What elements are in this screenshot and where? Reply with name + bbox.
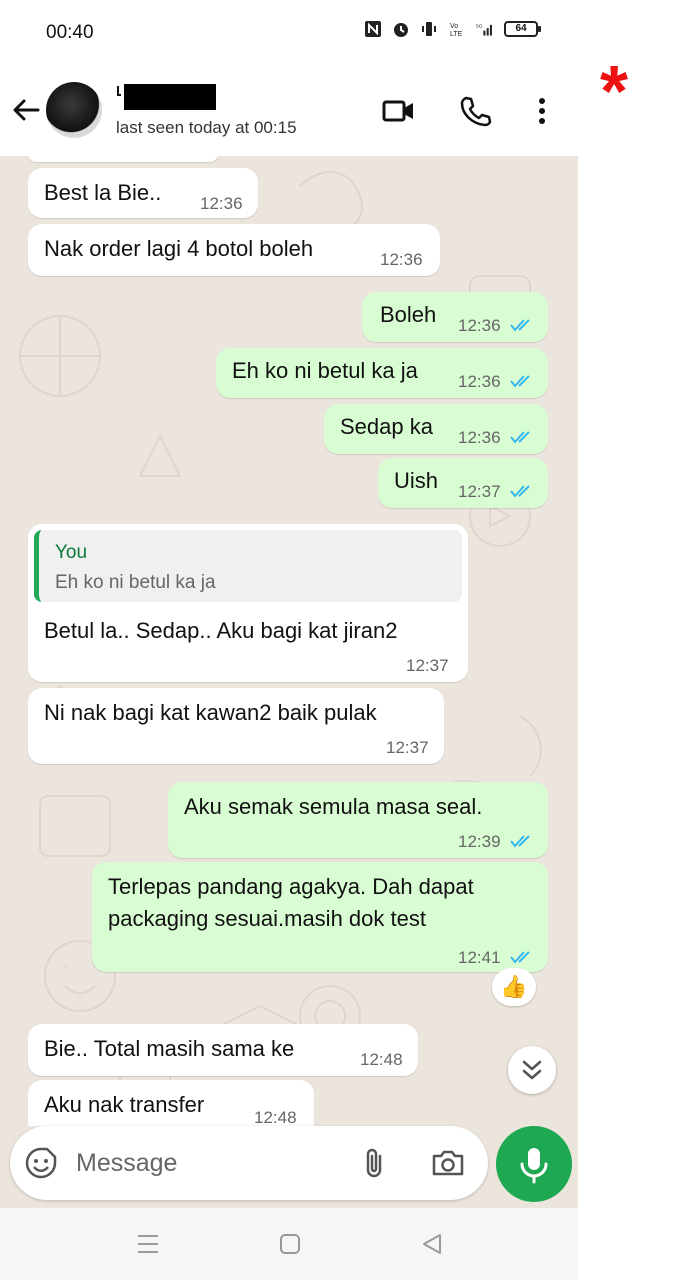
- svg-text:Vo: Vo: [450, 23, 458, 30]
- paperclip-icon[interactable]: [360, 1146, 390, 1180]
- contact-avatar[interactable]: [46, 82, 102, 138]
- system-navigation-bar: [0, 1208, 578, 1280]
- message-bubble-outgoing[interactable]: Terlepas pandang agakya. Dah dapat packa…: [92, 862, 548, 972]
- message-time: 12:37: [386, 738, 429, 757]
- reaction-thumbs-up-icon[interactable]: 👍: [492, 968, 536, 1006]
- message-bubble-outgoing[interactable]: Boleh 12:36: [362, 292, 548, 342]
- back-triangle-icon[interactable]: [418, 1230, 446, 1258]
- message-time: 12:36: [200, 194, 243, 213]
- microphone-icon: [520, 1148, 548, 1184]
- message-bubble-incoming[interactable]: Best la Bie.. 12:36: [28, 168, 258, 218]
- read-receipt-icon: [510, 375, 530, 388]
- contact-name-fragment: [117, 86, 121, 96]
- voice-record-button[interactable]: [496, 1126, 572, 1202]
- message-time: 12:36: [458, 428, 501, 447]
- nfc-icon: [365, 21, 381, 37]
- message-bubble-partial: [28, 156, 218, 162]
- menu-lines-icon[interactable]: [134, 1230, 162, 1258]
- message-text: Betul la.. Sedap.. Aku bagi kat jiran2: [44, 618, 398, 643]
- arrow-left-icon[interactable]: [10, 94, 42, 126]
- contact-name-redacted[interactable]: [124, 84, 216, 110]
- message-bubble-outgoing[interactable]: Sedap ka 12:36: [324, 404, 548, 454]
- message-bubble-incoming[interactable]: Ni nak bagi kat kawan2 baik pulak 12:37: [28, 688, 444, 764]
- camera-icon[interactable]: [430, 1146, 466, 1180]
- message-time: 12:48: [360, 1050, 403, 1069]
- message-time: 12:36: [458, 316, 501, 335]
- status-bar: 00:40 Vo LTE 5G 64: [0, 0, 578, 64]
- message-text-line-1: Terlepas pandang agakya. Dah dapat: [108, 874, 474, 899]
- signal-icon: 5G: [476, 23, 492, 36]
- read-receipt-icon: [510, 835, 530, 848]
- quoted-text: Eh ko ni betul ka ja: [55, 572, 216, 593]
- message-text: Uish: [394, 468, 439, 493]
- message-list[interactable]: Best la Bie.. 12:36 Nak order lagi 4 bot…: [0, 156, 578, 1126]
- more-vertical-icon[interactable]: [528, 94, 562, 128]
- message-text: Ni nak bagi kat kawan2 baik pulak: [44, 700, 377, 725]
- quoted-message[interactable]: You Eh ko ni betul ka ja: [34, 530, 462, 602]
- svg-text:5G: 5G: [476, 23, 483, 29]
- message-text: Aku semak semula masa seal.: [184, 794, 483, 819]
- message-text: Best la Bie..: [44, 180, 162, 205]
- read-receipt-icon: [510, 951, 530, 964]
- message-bubble-incoming[interactable]: Nak order lagi 4 botol boleh 12:36: [28, 224, 440, 276]
- message-bubble-outgoing[interactable]: Uish 12:37: [378, 458, 548, 508]
- message-time: 12:36: [380, 250, 423, 269]
- message-bubble-incoming[interactable]: Bie.. Total masih sama ke 12:48: [28, 1024, 418, 1076]
- message-bubble-outgoing[interactable]: Aku semak semula masa seal. 12:39: [168, 782, 548, 858]
- message-time: 12:36: [458, 372, 501, 391]
- video-call-icon[interactable]: [382, 94, 416, 128]
- svg-text:LTE: LTE: [450, 31, 463, 38]
- battery-indicator: 64: [504, 21, 541, 37]
- volte-icon: VoLTE: [450, 23, 463, 38]
- read-receipt-icon: [510, 431, 530, 444]
- message-text: Nak order lagi 4 botol boleh: [44, 236, 314, 261]
- red-asterisk-marker: *: [600, 52, 629, 132]
- message-bubble-incoming-reply[interactable]: You Eh ko ni betul ka ja Betul la.. Seda…: [28, 524, 468, 682]
- message-text: Aku nak transfer: [44, 1092, 205, 1117]
- message-time: 12:48: [254, 1108, 297, 1126]
- message-time: 12:39: [458, 832, 501, 851]
- phone-icon[interactable]: [458, 94, 492, 128]
- message-bubble-outgoing[interactable]: Eh ko ni betul ka ja 12:36: [216, 348, 548, 398]
- message-text: Eh ko ni betul ka ja: [232, 358, 418, 383]
- message-time: 12:37: [406, 656, 449, 675]
- double-chevron-down-icon: [522, 1060, 542, 1080]
- read-receipt-icon: [510, 485, 530, 498]
- message-text: Boleh: [380, 302, 437, 327]
- whatsapp-chat-screen: 00:40 Vo LTE 5G 64 last seen today at 00:…: [0, 0, 578, 1280]
- message-input[interactable]: [76, 1144, 336, 1182]
- message-composer: [10, 1126, 488, 1200]
- vibrate-icon: [422, 22, 436, 36]
- last-seen-status: last seen today at 00:15: [116, 118, 297, 137]
- emoji-sticker-icon[interactable]: [24, 1146, 58, 1180]
- home-square-icon[interactable]: [276, 1230, 304, 1258]
- alarm-icon: [394, 23, 408, 37]
- message-text: Sedap ka: [340, 414, 433, 439]
- status-time: 00:40: [46, 22, 94, 43]
- message-bubble-incoming[interactable]: Aku nak transfer 12:48: [28, 1080, 314, 1126]
- message-time: 12:41: [458, 948, 501, 967]
- read-receipt-icon: [510, 319, 530, 332]
- message-text-line-2: packaging sesuai.masih dok test: [108, 906, 426, 931]
- message-text: Bie.. Total masih sama ke: [44, 1036, 295, 1061]
- chat-header: last seen today at 00:15: [0, 64, 578, 156]
- quoted-author: You: [55, 542, 88, 563]
- message-time: 12:37: [458, 482, 501, 501]
- status-icons: Vo LTE 5G 64: [364, 20, 541, 38]
- scroll-to-bottom-button[interactable]: [508, 1046, 556, 1094]
